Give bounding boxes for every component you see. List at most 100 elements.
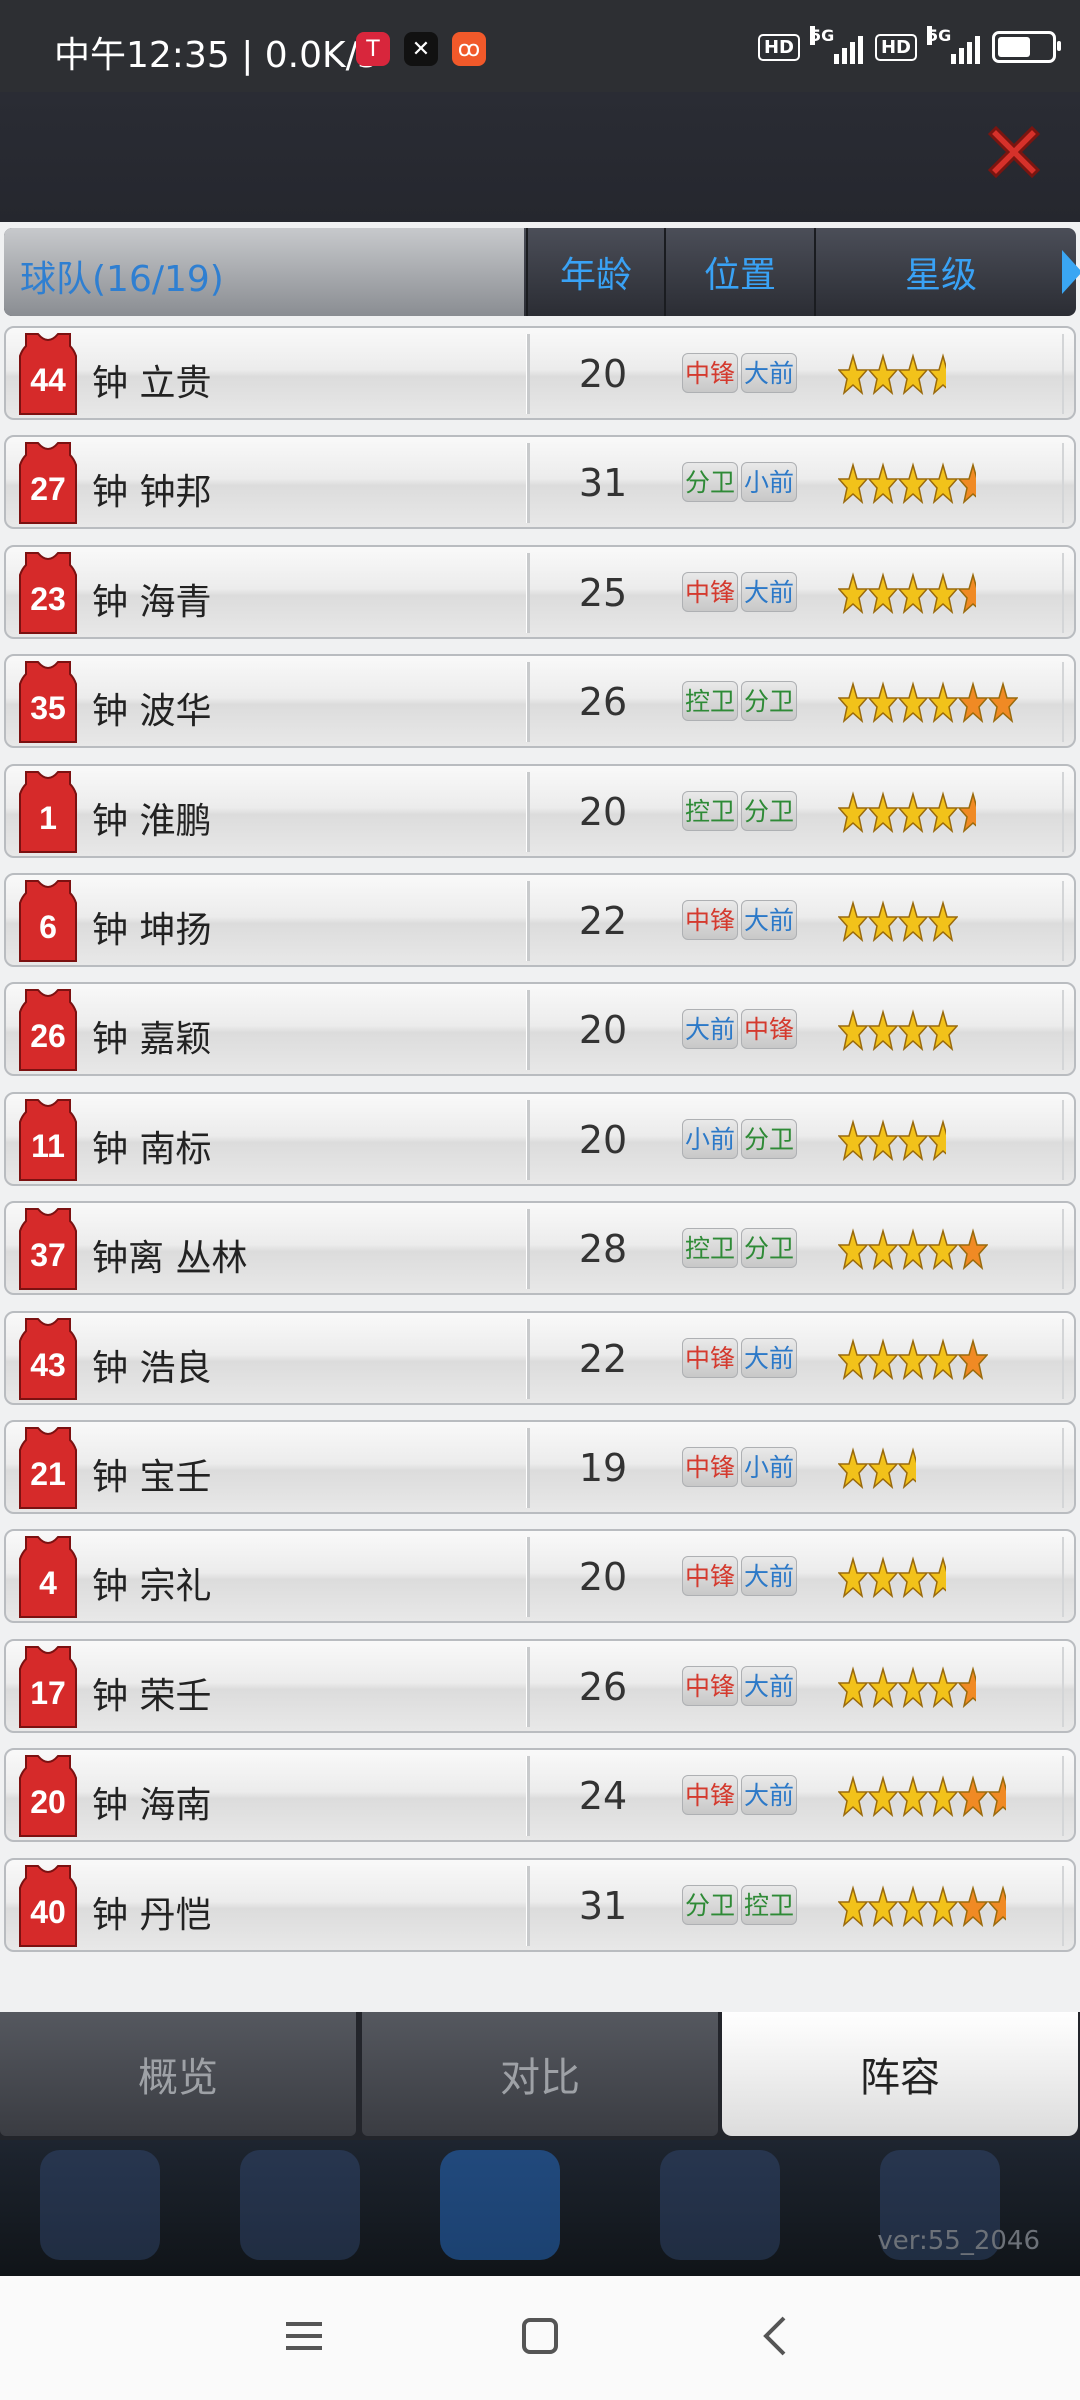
- scroll-right-arrow-icon[interactable]: [1062, 250, 1080, 294]
- half-star-icon: [928, 1556, 946, 1599]
- star-icon: [838, 572, 868, 614]
- close-icon[interactable]: [980, 118, 1048, 186]
- team-column-header[interactable]: 球队(16/19): [4, 228, 524, 316]
- star-icon: [898, 681, 928, 724]
- player-name: 钟 波华: [92, 691, 212, 733]
- player-row[interactable]: 37 钟离 丛林 28 控卫 分卫: [4, 1201, 1076, 1296]
- star-icon: [838, 1775, 868, 1818]
- player-name: 钟 海青: [92, 581, 212, 623]
- half-star-icon: [928, 1119, 946, 1161]
- star-icon: [868, 681, 898, 724]
- roster-panel: 球队(16/19) 年龄 位置 星级 44 钟 立贵 20 中锋 大前 27 钟 钟邦 31 分…: [0, 222, 1080, 2012]
- player-age: 24: [578, 1774, 628, 1819]
- player-row[interactable]: 17 钟 荣壬 26 中锋 大前: [4, 1638, 1076, 1733]
- star-icon: [838, 1556, 868, 1599]
- player-row[interactable]: 40 钟 丹恺 31 分卫 控卫: [4, 1857, 1076, 1952]
- battery-icon: [992, 31, 1061, 63]
- star-icon: [958, 1884, 988, 1927]
- star-rating: [838, 1335, 988, 1385]
- star-icon: [868, 1556, 898, 1599]
- column-divider: [1062, 552, 1064, 633]
- player-name: 钟 淮鹏: [92, 800, 212, 842]
- player-name: 钟 南标: [92, 1128, 212, 1170]
- player-row[interactable]: 26 钟 嘉颖 20 大前 中锋: [4, 982, 1076, 1077]
- system-nav-bar: [0, 2276, 1080, 2400]
- star-rating: [838, 1663, 988, 1713]
- star-icon: [838, 353, 868, 396]
- star-icon: [898, 1666, 928, 1708]
- star-icon: [868, 900, 898, 943]
- star-icon: [988, 681, 1018, 724]
- star-rating: [838, 1444, 928, 1494]
- star-rating: [838, 1772, 1018, 1822]
- player-row[interactable]: 27 钟 钟邦 31 分卫 小前: [4, 435, 1076, 530]
- tab-bar: 概览 对比 阵容: [0, 2012, 1080, 2140]
- star-icon: [928, 1666, 958, 1708]
- blurred-icon: [40, 2150, 160, 2260]
- star-icon: [898, 1775, 928, 1818]
- player-row[interactable]: 44 钟 立贵 20 中锋 大前: [4, 326, 1076, 420]
- player-list[interactable]: 44 钟 立贵 20 中锋 大前 27 钟 钟邦 31 分卫 小前 23 钟 海青 25 中锋 大前 35 钟 …: [0, 326, 1080, 1966]
- position-tags: 大前 中锋: [682, 1009, 797, 1050]
- star-rating: [838, 1553, 958, 1603]
- jersey-number: 37: [30, 1237, 66, 1274]
- player-name: 钟离 丛林: [92, 1238, 248, 1280]
- player-row[interactable]: 21 钟 宝壬 19 中锋 小前: [4, 1420, 1076, 1514]
- player-name: 钟 立贵: [92, 363, 212, 404]
- tab-overview[interactable]: 概览: [0, 2012, 356, 2136]
- app-notification-icon: ꝏ: [452, 32, 486, 66]
- position-tags: 控卫 分卫: [682, 681, 797, 722]
- column-divider: [1062, 1209, 1064, 1290]
- player-row[interactable]: 35 钟 波华 26 控卫 分卫: [4, 654, 1076, 749]
- position-tag: 分卫: [682, 1884, 738, 1925]
- star-icon: [898, 462, 928, 505]
- position-tag: 小前: [682, 1118, 738, 1159]
- position-tag: 分卫: [682, 462, 738, 503]
- star-icon: [838, 1884, 868, 1927]
- star-icon: [928, 1009, 958, 1052]
- home-icon[interactable]: [520, 2314, 560, 2358]
- age-column-header[interactable]: 年龄: [526, 228, 664, 316]
- jersey-number: 17: [30, 1674, 66, 1711]
- back-icon[interactable]: [756, 2314, 796, 2358]
- player-row[interactable]: 43 钟 浩良 22 中锋 大前: [4, 1310, 1076, 1405]
- tab-compare[interactable]: 对比: [362, 2012, 718, 2136]
- star-icon: [898, 1009, 928, 1052]
- column-divider: [1062, 771, 1064, 852]
- jersey-number: 20: [30, 1784, 66, 1821]
- player-row[interactable]: 20 钟 海南 24 中锋 大前: [4, 1748, 1076, 1843]
- player-row[interactable]: 6 钟 坤扬 22 中锋 大前: [4, 873, 1076, 967]
- star-icon: [898, 1119, 928, 1161]
- star-icon: [898, 790, 928, 833]
- blurred-icon: [240, 2150, 360, 2260]
- menu-icon[interactable]: [284, 2314, 324, 2358]
- position-tags: 分卫 控卫: [682, 1884, 797, 1925]
- position-tag: 分卫: [741, 681, 797, 722]
- jersey-number: 44: [30, 362, 66, 398]
- player-row[interactable]: 11 钟 南标 20 小前 分卫: [4, 1091, 1076, 1186]
- position-column-header[interactable]: 位置: [664, 228, 814, 316]
- tesla-app-icon: T: [356, 32, 390, 66]
- position-tag: 中锋: [682, 1665, 738, 1706]
- stars-column-header[interactable]: 星级: [814, 228, 1066, 316]
- player-row[interactable]: 1 钟 淮鹏 20 控卫 分卫: [4, 763, 1076, 858]
- position-tag: 中锋: [682, 1556, 738, 1597]
- star-icon: [958, 1337, 988, 1380]
- half-star-icon: [928, 353, 946, 396]
- half-star-icon: [958, 462, 976, 505]
- position-tag: 大前: [741, 1337, 797, 1378]
- position-tag: 小前: [741, 462, 797, 503]
- tab-roster[interactable]: 阵容: [722, 2012, 1078, 2136]
- player-row[interactable]: 4 钟 宗礼 20 中锋 大前: [4, 1529, 1076, 1624]
- star-icon: [928, 1228, 958, 1271]
- star-icon: [958, 1228, 988, 1271]
- player-row[interactable]: 23 钟 海青 25 中锋 大前: [4, 544, 1076, 639]
- player-age: 28: [578, 1227, 628, 1272]
- jersey-number: 26: [30, 1018, 66, 1055]
- dialog-header: [0, 92, 1080, 222]
- star-icon: [868, 1337, 898, 1380]
- star-icon: [868, 1884, 898, 1927]
- player-age: 31: [578, 1883, 628, 1928]
- position-tags: 中锋 大前: [682, 1775, 797, 1816]
- star-icon: [958, 1775, 988, 1818]
